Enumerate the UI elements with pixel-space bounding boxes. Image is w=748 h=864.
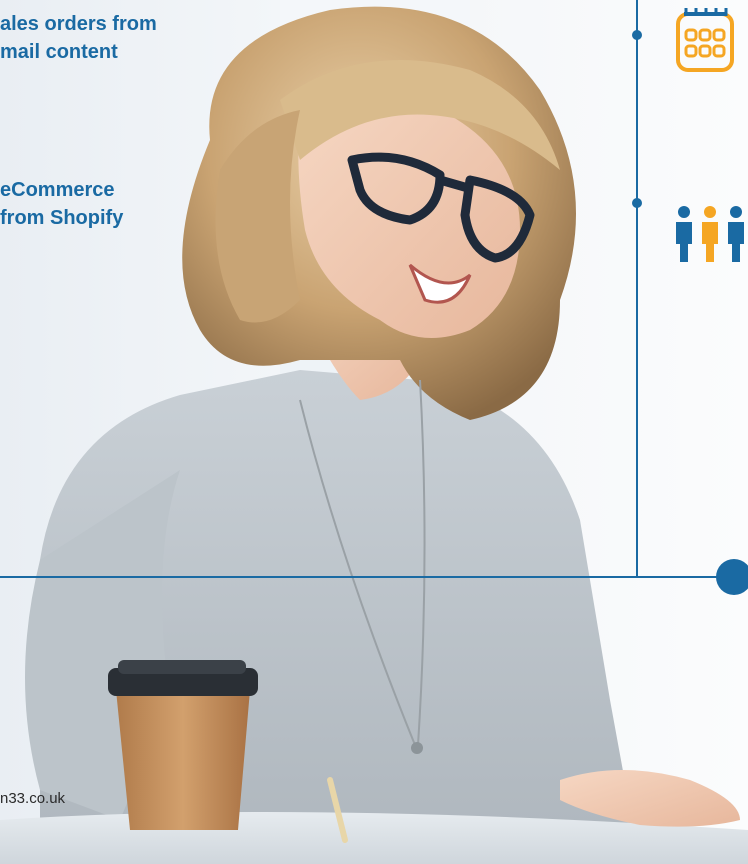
feature-ecommerce: eCommerce from Shopify: [0, 176, 123, 232]
timeline-horizontal-line: [0, 576, 720, 578]
timeline-end-dot: [716, 559, 748, 595]
feature-ecommerce-line2: from Shopify: [0, 207, 124, 229]
timeline-dot: [632, 30, 642, 40]
calendar-icon: [676, 8, 734, 72]
feature-sales-orders: ales orders from mail content: [0, 10, 157, 66]
feature-ecommerce-line1: eCommerce: [0, 179, 115, 201]
feature-sales-orders-line2: mail content: [0, 41, 118, 63]
timeline-dot: [632, 198, 642, 208]
timeline-vertical-line: [636, 0, 638, 578]
feature-sales-orders-line1: ales orders from: [0, 13, 157, 35]
hero-banner: ales orders from mail content eCommerce …: [0, 0, 748, 864]
website-url[interactable]: n33.co.uk: [0, 790, 65, 807]
team-people-icon: [676, 206, 744, 262]
